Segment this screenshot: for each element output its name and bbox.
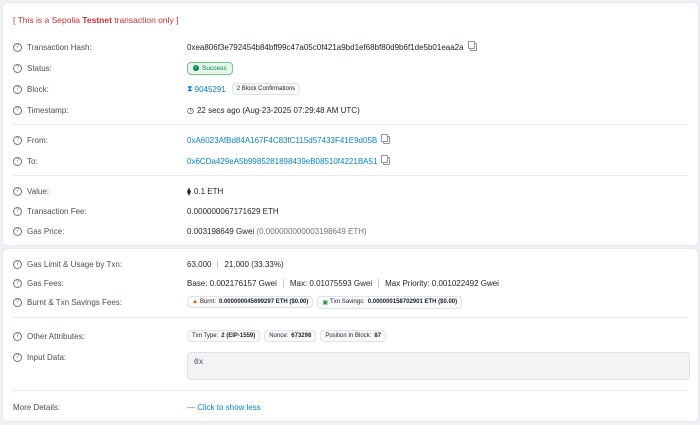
help-icon[interactable]: ?: [13, 206, 22, 216]
help-icon[interactable]: ?: [13, 331, 22, 341]
row-more-details: More Details: — Click to show less: [13, 400, 688, 414]
help-icon[interactable]: ?: [13, 84, 22, 94]
help-icon[interactable]: ?: [13, 259, 22, 269]
row-value: ? Value: ⧫ 0.1 ETH: [13, 184, 688, 198]
row-to: ? To: 0x6CDa429eA5b9985281898439eB08510f4…: [13, 154, 688, 168]
hourglass-icon: ⧗: [187, 84, 193, 93]
copy-icon[interactable]: [381, 134, 391, 144]
value-amount: 0.1 ETH: [193, 186, 224, 196]
base-fee: Base: 0.002176157 Gwei: [187, 278, 277, 288]
testnet-notice: [ This is a Sepolia Testnet transaction …: [13, 15, 179, 25]
help-icon[interactable]: ?: [13, 186, 22, 196]
row-from: ? From: 0xA6023AfBd84A167F4C83fC115d57433…: [13, 133, 688, 147]
row-block: ? Block: ⧗ 9045291 2 Block Confirmations: [13, 82, 688, 96]
to-address-link[interactable]: 0x6CDa429eA5b9985281898439eB08510f4221BA…: [187, 157, 377, 166]
help-icon[interactable]: ?: [13, 105, 22, 115]
max-priority-fee: Max Priority: 0.001022492 Gwei: [385, 278, 499, 288]
more-details-label: More Details:: [13, 402, 61, 412]
row-burnt-savings: ? Burnt & Txn Savings Fees: ▲ Burnt: 0.0000…: [13, 295, 688, 309]
max-fee: Max: 0.01075593 Gwei: [289, 278, 373, 288]
confirmations-badge: 2 Block Confirmations: [231, 83, 301, 95]
copy-icon[interactable]: [467, 41, 477, 51]
fee-amount: 0.000000067171629 ETH: [187, 206, 279, 216]
row-status: ? Status: ✓ Success: [13, 61, 688, 75]
transaction-details-card: ? Gas Limit & Usage by Txn: 63,000 21,000 …: [2, 248, 699, 422]
row-gas-fees: ? Gas Fees: Base: 0.002176157 Gwei Max: 0.…: [13, 276, 688, 290]
divider: [13, 317, 688, 318]
burnt-fee-badge: ▲ Burnt: 0.000000045699297 ETH ($0.00): [187, 296, 314, 308]
input-data-field[interactable]: 0x: [187, 352, 690, 380]
eth-icon: ⧫: [187, 186, 191, 196]
row-gas-price: ? Gas Price: 0.003198649 Gwei (0.00000000…: [13, 224, 688, 238]
gas-used: 21,000 (33.33%): [224, 259, 284, 269]
help-icon[interactable]: ?: [13, 156, 22, 166]
fire-icon: ▲: [192, 299, 198, 305]
txn-type-badge: Txn Type: 2 (EIP-1559): [187, 330, 261, 342]
from-address-link[interactable]: 0xA6023AfBd84A167F4C83fC115d57433F41E9d0…: [187, 136, 377, 145]
money-icon: ▣: [322, 299, 329, 306]
row-gas-limit: ? Gas Limit & Usage by Txn: 63,000 21,000 …: [13, 257, 688, 271]
help-icon[interactable]: ?: [13, 135, 22, 145]
position-badge: Position In Block: 87: [320, 330, 387, 342]
status-badge: ✓ Success: [187, 61, 233, 75]
clock-icon: ◷: [187, 105, 194, 115]
help-icon[interactable]: ?: [13, 278, 22, 288]
gas-price-eth: (0.000000000003198649 ETH): [256, 226, 367, 236]
help-icon[interactable]: ?: [13, 63, 22, 73]
timestamp-value: 22 secs ago (Aug-23-2025 07:29:48 AM UTC…: [196, 105, 360, 115]
transaction-overview-card: [ This is a Sepolia Testnet transaction …: [2, 2, 699, 246]
help-icon[interactable]: ?: [13, 352, 22, 362]
row-timestamp: ? Timestamp: ◷ 22 secs ago (Aug-23-2025 07…: [13, 103, 688, 117]
help-icon[interactable]: ?: [13, 226, 22, 236]
help-icon[interactable]: ?: [13, 297, 22, 307]
divider: [13, 390, 688, 391]
gas-price-gwei: 0.003198649 Gwei: [187, 226, 255, 236]
help-icon[interactable]: ?: [13, 42, 22, 52]
nonce-badge: Nonce: 673298: [264, 330, 317, 342]
transaction-hash: 0xea806f3e792454b84bff99c47a05c0f421a9bd…: [187, 42, 464, 52]
copy-icon[interactable]: [381, 155, 391, 165]
hash-label: Transaction Hash:: [27, 42, 92, 52]
row-transaction-hash: ? Transaction Hash: 0xea806f3e792454b84bf…: [13, 40, 688, 54]
show-less-link[interactable]: — Click to show less: [187, 403, 261, 412]
row-other-attributes: ? Other Attributes: Txn Type: 2 (EIP-1559)…: [13, 329, 688, 343]
block-number-link[interactable]: 9045291: [195, 85, 226, 94]
divider: [13, 124, 688, 125]
row-transaction-fee: ? Transaction Fee: 0.000000067171629 ETH: [13, 204, 688, 218]
gas-limit: 63,000: [187, 259, 212, 269]
divider: [13, 175, 688, 176]
txn-savings-badge: ▣ Txn Savings: 0.000000158702901 ETH ($0.0…: [317, 295, 463, 309]
check-circle-icon: ✓: [193, 65, 199, 71]
